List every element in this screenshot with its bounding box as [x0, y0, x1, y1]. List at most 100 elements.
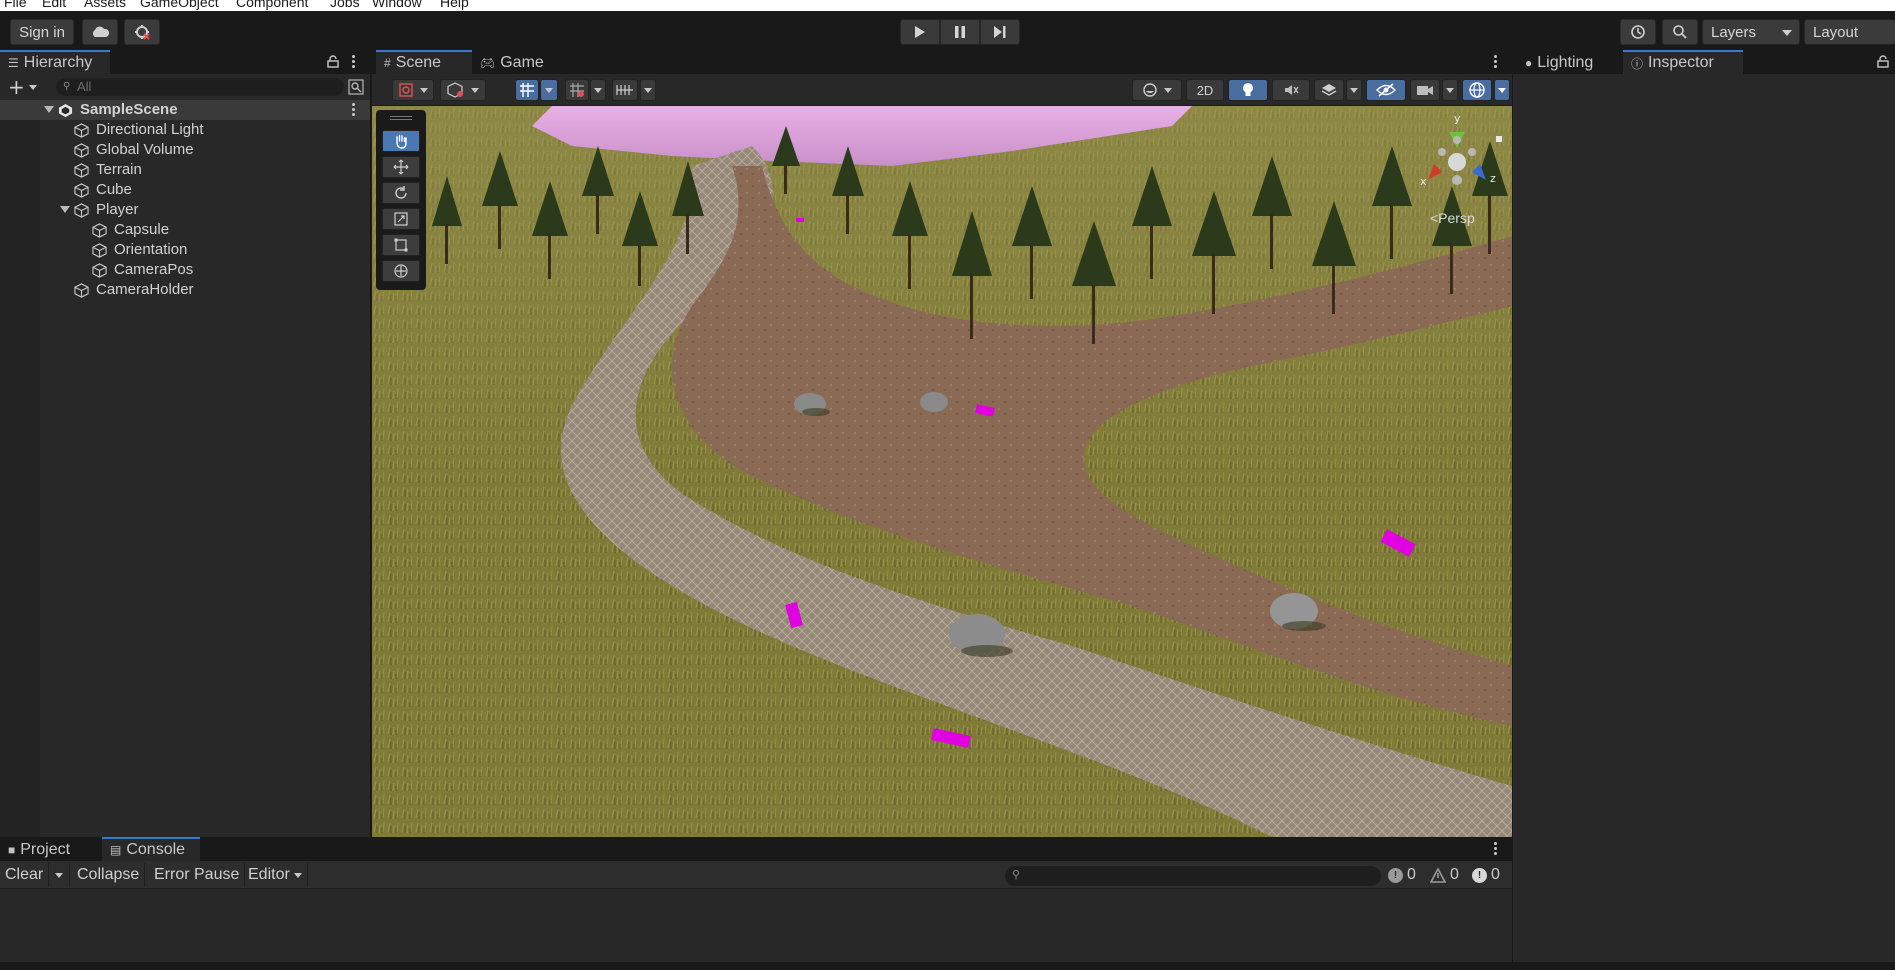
camera-settings-dropdown[interactable] [1442, 79, 1458, 101]
expand-arrow-icon[interactable] [60, 206, 70, 213]
collapse-button[interactable]: Collapse [72, 863, 146, 887]
scene-viewport[interactable]: y x z <Persp [372, 106, 1512, 837]
tab-game[interactable]: 🎮︎ Game [472, 50, 552, 74]
hierarchy-item-cameraholder[interactable]: CameraHolder [0, 280, 370, 300]
grid-snap-icon [520, 83, 534, 97]
tab-scene[interactable]: # Scene [376, 50, 472, 74]
hierarchy-item-camerapos[interactable]: CameraPos [0, 260, 370, 280]
gizmo-lock[interactable] [1496, 136, 1502, 142]
hierarchy-item-capsule[interactable]: Capsule [0, 220, 370, 240]
increment-snap-dropdown[interactable] [640, 79, 656, 101]
expand-arrow-icon[interactable] [44, 106, 54, 113]
tab-console[interactable]: ▤ Console [102, 837, 200, 861]
hierarchy-item-player[interactable]: Player [0, 200, 370, 220]
log-counter[interactable]: ! 0 [1388, 865, 1416, 885]
step-button[interactable] [980, 19, 1020, 45]
tool-handle-dropdown[interactable] [392, 79, 434, 101]
terrain-scene[interactable] [372, 106, 1512, 837]
error-pause-button[interactable]: Error Pause [149, 863, 246, 887]
search-filter-icon[interactable] [348, 79, 364, 95]
more-options-icon[interactable] [1494, 55, 1498, 69]
layers-label: Layers [1711, 23, 1757, 41]
transform-tool-button[interactable] [382, 260, 420, 282]
cloud-button[interactable] [82, 19, 118, 45]
more-options-icon[interactable] [352, 55, 356, 69]
gizmo-y-label: y [1454, 112, 1461, 125]
menu-file[interactable]: File [4, 0, 27, 10]
warning-counter[interactable]: 0 [1430, 865, 1459, 885]
create-dropdown[interactable]: + [8, 77, 42, 97]
hidden-objects-toggle[interactable] [1366, 79, 1406, 101]
more-options-icon[interactable] [1494, 842, 1498, 856]
menu-component[interactable]: Component [236, 0, 308, 10]
tab-hierarchy[interactable]: ☰ Hierarchy [0, 50, 110, 74]
hierarchy-item-directional-light[interactable]: Directional Light [0, 120, 370, 140]
gizmo-z-cone[interactable] [1472, 164, 1486, 180]
menu-help[interactable]: Help [440, 0, 469, 10]
effects-button[interactable] [1314, 79, 1344, 101]
chevron-down-icon [54, 872, 63, 878]
error-counter[interactable]: ! 0 [1472, 865, 1500, 885]
tool-palette [376, 110, 426, 290]
tab-project[interactable]: ■ Project [0, 837, 100, 861]
move-tool-button[interactable] [382, 156, 420, 178]
tab-lighting[interactable]: ● Lighting [1517, 50, 1619, 74]
more-options-icon[interactable] [352, 103, 356, 117]
effects-dropdown[interactable] [1346, 79, 1362, 101]
gizmo-center[interactable] [1448, 153, 1466, 171]
increment-snap-button[interactable] [612, 79, 638, 101]
history-button[interactable] [1620, 19, 1656, 45]
search-button[interactable] [1662, 19, 1698, 45]
menu-edit[interactable]: Edit [42, 0, 66, 10]
grid-visibility-dropdown[interactable] [590, 79, 606, 101]
menu-window[interactable]: Window [372, 0, 422, 10]
console-search-input[interactable]: ⚲ [1005, 866, 1381, 886]
hierarchy-item-samplescene[interactable]: SampleScene [0, 100, 370, 120]
play-button[interactable] [900, 19, 940, 45]
hierarchy-item-label: CameraPos [114, 261, 194, 278]
layout-dropdown[interactable]: Layout [1804, 19, 1895, 45]
search-icon: ⚲ [63, 81, 71, 92]
persp-label[interactable]: <Persp [1430, 210, 1475, 226]
clear-button[interactable]: Clear [0, 863, 50, 887]
editor-dropdown[interactable]: Editor [243, 863, 308, 887]
lighting-toggle-button[interactable] [1228, 79, 1268, 101]
grid-snap-button[interactable] [515, 79, 539, 101]
menu-jobs[interactable]: Jobs [330, 0, 360, 10]
play-icon [915, 26, 925, 38]
hierarchy-search-input[interactable]: ⚲ All [56, 78, 344, 96]
hand-tool-button[interactable] [382, 130, 420, 152]
grid-visibility-button[interactable] [565, 79, 589, 101]
orientation-gizmo[interactable]: y x z <Persp [1402, 110, 1510, 240]
layout-label: Layout [1813, 23, 1859, 41]
audio-toggle-button[interactable] [1272, 79, 1310, 101]
2d-toggle-button[interactable]: 2D [1186, 79, 1224, 101]
pivot-dropdown[interactable] [440, 79, 486, 101]
menu-gameobject[interactable]: GameObject [140, 0, 219, 10]
hierarchy-item-terrain[interactable]: Terrain [0, 160, 370, 180]
hierarchy-item-global-volume[interactable]: Global Volume [0, 140, 370, 160]
tab-inspector[interactable]: ⓘ Inspector [1623, 50, 1743, 74]
gizmos-button[interactable] [1462, 79, 1492, 101]
lock-icon[interactable] [1877, 55, 1889, 68]
clear-options-dropdown[interactable] [48, 863, 70, 887]
pause-button[interactable] [940, 19, 980, 45]
layers-dropdown[interactable]: Layers [1702, 19, 1800, 45]
shading-mode-dropdown[interactable] [1132, 79, 1182, 101]
lock-icon[interactable] [327, 55, 339, 68]
menu-assets[interactable]: Assets [84, 0, 126, 10]
camera-settings-button[interactable] [1410, 79, 1440, 101]
collab-button[interactable] [124, 19, 160, 45]
tab-console-label: Console [126, 841, 186, 858]
drag-handle-icon[interactable] [390, 116, 412, 117]
gizmo-x-cone[interactable] [1428, 164, 1442, 180]
sign-in-button[interactable]: Sign in [10, 19, 74, 45]
hierarchy-item-cube[interactable]: Cube [0, 180, 370, 200]
hierarchy-search-row: + ⚲ All [0, 74, 370, 100]
rect-tool-button[interactable] [382, 234, 420, 256]
hierarchy-item-orientation[interactable]: Orientation [0, 240, 370, 260]
scale-tool-button[interactable] [382, 208, 420, 230]
rotate-tool-button[interactable] [382, 182, 420, 204]
grid-snap-dropdown[interactable] [540, 79, 558, 101]
gizmos-dropdown[interactable] [1494, 79, 1510, 101]
